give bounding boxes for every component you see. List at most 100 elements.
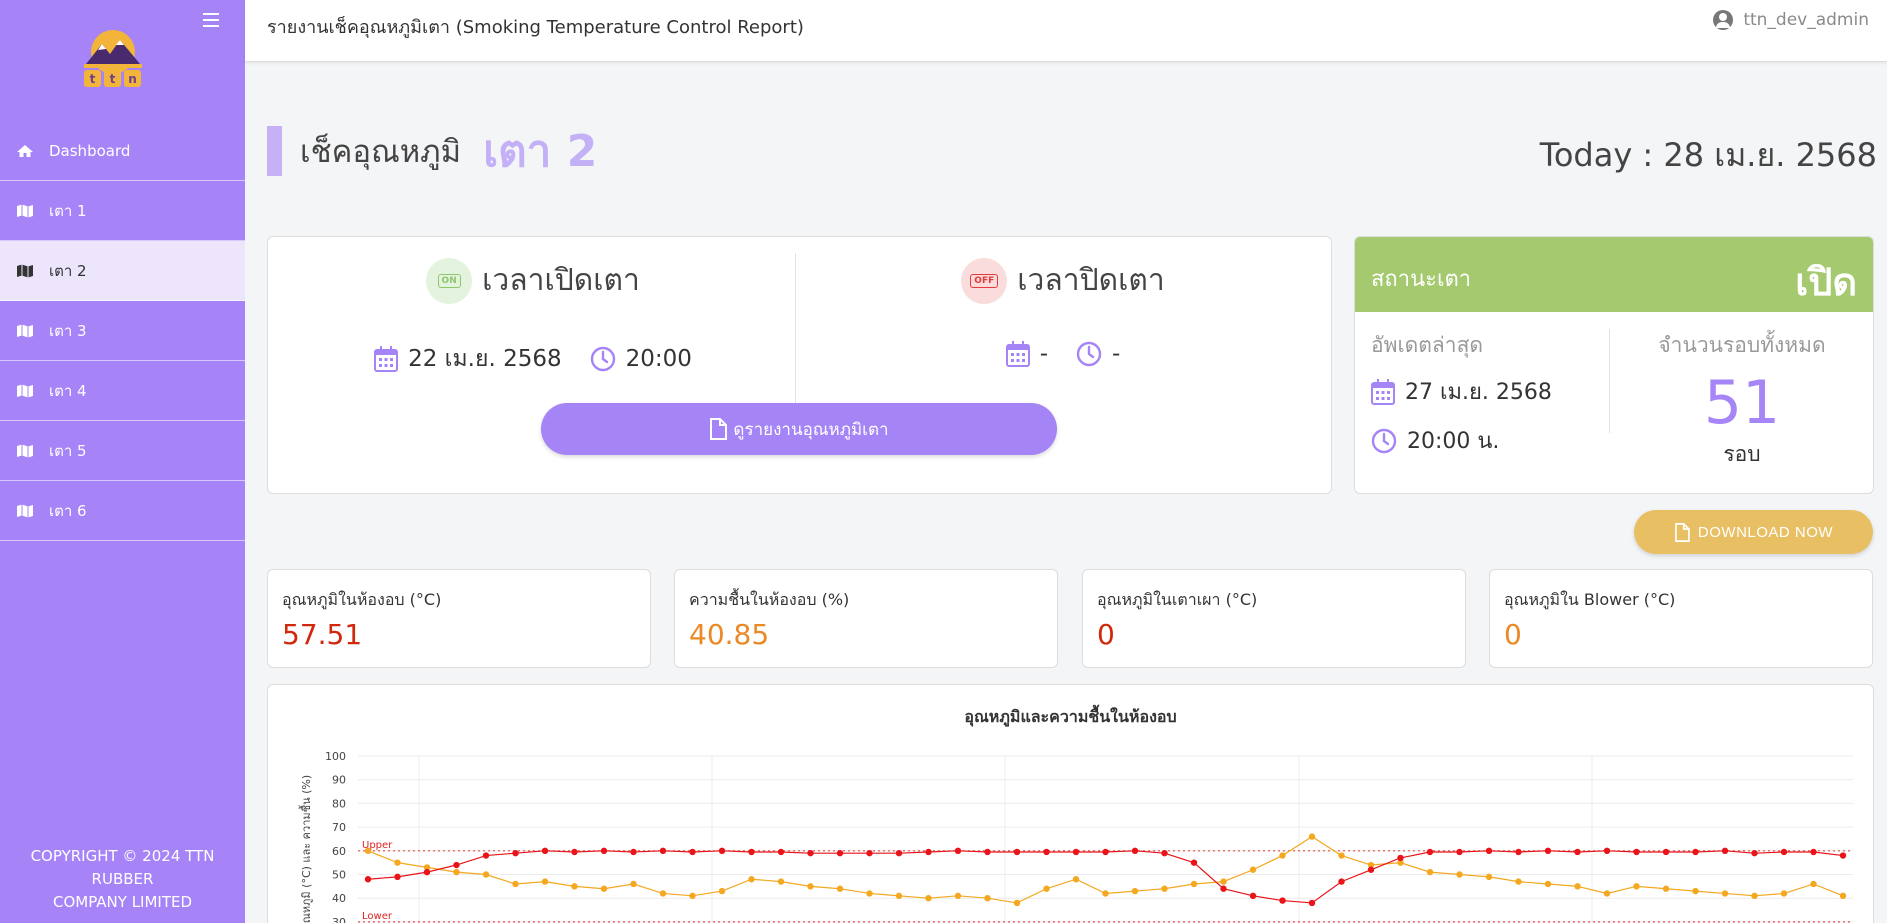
data-point [1485, 873, 1493, 881]
data-point [482, 871, 490, 878]
data-point [1220, 878, 1227, 885]
data-point [482, 852, 490, 859]
round-count-label: จำนวนรอบทั้งหมด [1658, 333, 1826, 357]
clock-icon [590, 346, 616, 372]
data-point [1013, 899, 1021, 907]
data-point [984, 848, 991, 856]
data-point [1721, 847, 1729, 854]
data-point [866, 849, 873, 857]
sidebar-item-furnace-1[interactable]: เตา 1 [0, 181, 245, 241]
data-point [1780, 890, 1788, 897]
data-point [423, 868, 431, 876]
data-point [777, 848, 785, 856]
copyright-line-1: COPYRIGHT © 2024 TTN RUBBER [30, 847, 215, 888]
metric-value: 0 [1097, 618, 1115, 651]
data-point [1751, 892, 1758, 900]
metric-card-room-temp: อุณหภูมิในห้องอบ (°C) 57.51 [267, 569, 651, 668]
data-point [1662, 848, 1670, 856]
data-point [1161, 849, 1168, 857]
sidebar-item-furnace-6[interactable]: เตา 6 [0, 481, 245, 541]
sidebar-item-label: เตา 4 [49, 381, 87, 400]
metric-value: 40.85 [689, 618, 770, 651]
data-point [600, 847, 608, 854]
data-point [689, 892, 696, 900]
close-date: - [1039, 341, 1048, 367]
on-badge-icon: ON [426, 257, 473, 304]
company-logo[interactable]: t t n [74, 24, 152, 88]
last-update-label: อัพเดตล่าสุด [1371, 333, 1484, 357]
furnace-name: เตา 2 [483, 126, 598, 177]
data-point [1810, 880, 1817, 888]
data-point [1190, 880, 1198, 888]
today-date: Today : 28 เม.ย. 2568 [1539, 136, 1877, 174]
sidebar-item-furnace-2[interactable]: เตา 2 [0, 241, 245, 301]
data-point [512, 849, 519, 857]
data-point [689, 848, 696, 856]
data-point [954, 847, 962, 854]
metric-value: 0 [1504, 618, 1522, 651]
sidebar-item-furnace-4[interactable]: เตา 4 [0, 361, 245, 421]
user-menu[interactable]: ttn_dev_admin [1713, 10, 1869, 30]
view-report-button[interactable]: ดูรายงานอุณหภูมิเตา [541, 403, 1057, 455]
view-report-label: ดูรายงานอุณหภูมิเตา [733, 419, 889, 439]
file-icon [1674, 522, 1690, 542]
data-point [512, 880, 519, 888]
data-point [1633, 848, 1640, 856]
data-point [1426, 848, 1434, 856]
data-point [1751, 849, 1758, 857]
data-point [1780, 848, 1788, 856]
svg-text:t: t [90, 72, 96, 86]
calendar-icon [374, 346, 399, 372]
data-point [1308, 899, 1316, 907]
data-point [630, 880, 637, 888]
data-point [895, 892, 903, 900]
data-point [954, 892, 962, 900]
data-point [1721, 890, 1729, 897]
status-divider [1609, 329, 1610, 433]
sidebar-item-dashboard[interactable]: Dashboard [0, 121, 245, 181]
data-point [984, 895, 991, 902]
data-point [777, 878, 785, 885]
time-card-divider [795, 253, 796, 403]
sidebar-item-furnace-5[interactable]: เตา 5 [0, 421, 245, 481]
data-point [1102, 848, 1109, 856]
off-badge-icon: OFF [961, 257, 1008, 304]
data-point [1544, 880, 1552, 888]
open-time-section: ON เวลาเปิดเตา 22 เม.ย. 2568 20:00 [268, 237, 798, 387]
data-point [866, 890, 873, 897]
data-point [748, 848, 755, 856]
topbar: รายงานเช็คอุณหภูมิเตา (Smoking Temperatu… [245, 0, 1887, 62]
data-point [836, 849, 844, 857]
metric-card-blower-temp: อุณหภูมิใน Blower (°C) 0 [1489, 569, 1873, 668]
svg-text:n: n [128, 72, 137, 86]
data-point [836, 885, 844, 892]
data-point [1338, 878, 1345, 885]
data-point [1249, 866, 1257, 873]
header-accent-bar [267, 126, 282, 176]
sidebar: t t n Dashboard เตา 1 เตา 2 เตา 3 เตา 4 เตา 5… [0, 0, 245, 923]
sidebar-item-label: เตา 1 [49, 201, 87, 220]
last-update-section: อัพเดตล่าสุด 27 เม.ย. 2568 20:00 น. [1371, 329, 1552, 472]
data-point [718, 847, 726, 854]
data-point [571, 883, 578, 890]
data-point [1485, 847, 1493, 854]
hamburger-icon[interactable] [203, 8, 219, 32]
sidebar-item-furnace-3[interactable]: เตา 3 [0, 301, 245, 361]
sidebar-nav: Dashboard เตา 1 เตา 2 เตา 3 เตา 4 เตา 5 เตา 6 [0, 121, 245, 541]
furnace-time-card: ON เวลาเปิดเตา 22 เม.ย. 2568 20:00 OFF เ… [267, 236, 1332, 494]
close-time-section: OFF เวลาปิดเตา - - [798, 237, 1328, 387]
download-button[interactable]: DOWNLOAD NOW [1634, 510, 1873, 554]
page-title: เช็คอุณหภูมิ [300, 134, 462, 170]
y-tick-label: 70 [332, 821, 346, 834]
data-point [1043, 848, 1050, 856]
round-count-section: จำนวนรอบทั้งหมด 51 รอบ [1611, 329, 1873, 471]
username[interactable]: ttn_dev_admin [1743, 10, 1869, 30]
user-icon[interactable] [1713, 10, 1734, 30]
y-tick-label: 90 [332, 774, 346, 787]
metric-label: อุณหภูมิในเตาเผา (°C) [1097, 590, 1258, 609]
report-title: รายงานเช็คอุณหภูมิเตา (Smoking Temperatu… [267, 17, 804, 38]
round-count-unit: รอบ [1723, 442, 1761, 466]
map-icon [16, 384, 34, 398]
map-icon [16, 264, 34, 278]
file-icon [709, 418, 728, 440]
